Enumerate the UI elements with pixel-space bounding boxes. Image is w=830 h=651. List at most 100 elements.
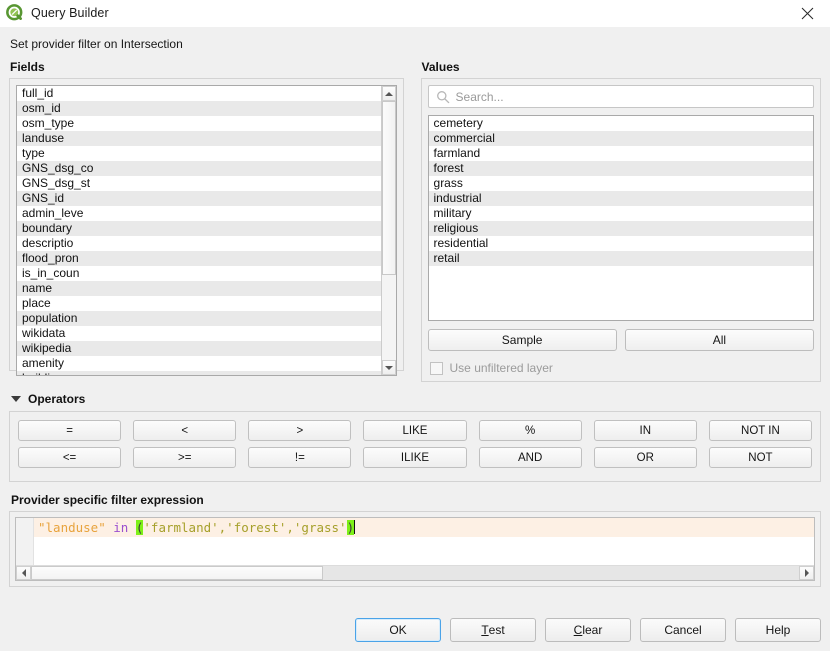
values-panel: Values Search... cemetery commercial farml…: [420, 60, 821, 382]
values-listview[interactable]: cemetery commercial farmland forest grass ind…: [428, 116, 813, 320]
expression-text[interactable]: "landuse" in ('farmland','forest','grass…: [34, 518, 814, 537]
dialog-body: Set provider filter on Intersection Fiel…: [0, 27, 830, 651]
value-item[interactable]: commercial: [428, 131, 813, 146]
field-item[interactable]: GNS_dsg_st: [17, 176, 381, 191]
field-item[interactable]: osm_type: [17, 116, 381, 131]
expr-token-kw: in: [113, 520, 129, 535]
operator-button[interactable]: <: [133, 420, 237, 441]
value-item[interactable]: religious: [428, 221, 813, 236]
field-item[interactable]: wikidata: [17, 326, 381, 341]
operator-button[interactable]: IN: [593, 420, 697, 441]
fields-groupbox: full_id osm_id osm_type landuse type GNS_dsg_…: [9, 78, 404, 376]
field-item[interactable]: name: [17, 281, 381, 296]
value-item[interactable]: grass: [429, 176, 813, 191]
operator-button[interactable]: >=: [133, 447, 237, 468]
scroll-track[interactable]: [381, 101, 396, 360]
values-groupbox: Search... cemetery commercial farmland fore…: [420, 78, 821, 382]
field-item[interactable]: population: [17, 311, 381, 326]
operators-grid: = < > LIKE% IN NOT IN <= >= != ILIKE AND OR NOT: [18, 420, 812, 468]
expr-token-brace: ): [346, 520, 355, 535]
hscroll-track[interactable]: [31, 566, 799, 580]
operator-button[interactable]: <=: [18, 447, 122, 468]
operator-button[interactable]: =: [18, 420, 122, 441]
search-icon: [436, 90, 449, 103]
scroll-thumb[interactable]: [381, 101, 396, 275]
test-button[interactable]: Test: [450, 618, 536, 642]
value-item[interactable]: retail: [428, 251, 813, 266]
expr-token-plain: [128, 520, 136, 535]
value-item[interactable]: military: [429, 206, 813, 221]
editor-code-area[interactable]: "landuse" in ('farmland','forest','grass…: [34, 518, 814, 565]
fields-listview[interactable]: full_id osm_id osm_type landuse type GNS_dsg_…: [17, 86, 381, 375]
value-item[interactable]: forest: [428, 161, 813, 176]
fields-list[interactable]: full_id osm_id osm_type landuse type GNS_dsg_…: [16, 85, 397, 376]
footer-buttons: OK Test Clear Cancel Help: [9, 618, 821, 642]
fields-vertical-scrollbar[interactable]: [380, 86, 396, 375]
operator-button[interactable]: NOT IN: [708, 420, 812, 441]
field-item[interactable]: full_id: [17, 86, 381, 101]
values-list[interactable]: cemetery commercial farmland forest grass ind…: [427, 115, 814, 321]
field-item[interactable]: flood_pron: [17, 251, 381, 266]
all-button[interactable]: All: [624, 329, 815, 351]
operators-panel: = < > LIKE% IN NOT IN <= >= != ILIKE AND OR NOT: [9, 411, 821, 482]
operator-button[interactable]: !=: [248, 447, 352, 468]
field-item[interactable]: admin_leve: [17, 206, 381, 221]
ok-button[interactable]: OK: [355, 618, 441, 642]
operator-button[interactable]: AND: [478, 447, 582, 468]
operators-label: Operators: [28, 392, 86, 406]
values-buttons-row: Sample All: [427, 329, 815, 351]
value-item[interactable]: farmland: [429, 146, 813, 161]
operator-button[interactable]: >: [248, 420, 352, 441]
field-item[interactable]: boundary: [17, 221, 381, 236]
clear-button[interactable]: Clear: [545, 618, 631, 642]
qgis-logo-icon: [6, 4, 23, 21]
editor-gutter: [16, 518, 34, 565]
field-item[interactable]: amenity: [17, 356, 381, 371]
triangle-down-icon[interactable]: [11, 396, 21, 402]
values-label: Values: [421, 60, 460, 74]
operator-button[interactable]: NOT: [708, 447, 812, 468]
text-caret: [354, 520, 356, 534]
editor-main: "landuse" in ('farmland','forest','grass…: [16, 518, 814, 565]
field-item[interactable]: type: [17, 146, 381, 161]
operators-header[interactable]: Operators: [11, 392, 821, 406]
field-item[interactable]: building: [17, 371, 381, 375]
scroll-right-arrow-icon[interactable]: [799, 566, 814, 580]
values-search-input[interactable]: Search...: [427, 85, 814, 108]
scroll-left-arrow-icon[interactable]: [16, 566, 31, 580]
operator-button[interactable]: ILIKE: [363, 447, 467, 468]
field-item[interactable]: wikipedia: [17, 341, 381, 356]
field-item[interactable]: GNS_dsg_co: [17, 161, 381, 176]
expression-editor[interactable]: "landuse" in ('farmland','forest','grass…: [15, 517, 815, 581]
field-item[interactable]: descriptio: [17, 236, 381, 251]
operator-button[interactable]: OR: [593, 447, 697, 468]
use-unfiltered-layer-label: Use unfiltered layer: [449, 361, 553, 375]
operator-button[interactable]: LIKE: [363, 420, 467, 441]
window-title: Query Builder: [31, 6, 109, 20]
field-item[interactable]: place: [17, 296, 381, 311]
scroll-up-arrow-icon[interactable]: [381, 86, 396, 101]
value-item[interactable]: cemetery: [429, 116, 813, 131]
sample-button[interactable]: Sample: [427, 329, 617, 351]
expr-token-field: "landuse": [38, 520, 106, 535]
value-item[interactable]: residential: [429, 236, 813, 251]
field-item[interactable]: is_in_coun: [17, 266, 381, 281]
operator-button[interactable]: %: [478, 420, 582, 441]
search-placeholder: Search...: [455, 89, 504, 104]
fields-label: Fields: [10, 60, 45, 74]
field-item[interactable]: GNS_id: [17, 191, 381, 206]
hscroll-thumb[interactable]: [31, 566, 323, 580]
help-button[interactable]: Help: [735, 618, 821, 642]
close-icon[interactable]: [784, 0, 830, 27]
value-item[interactable]: industrial: [428, 191, 813, 206]
field-item[interactable]: landuse: [17, 131, 381, 146]
expression-horizontal-scrollbar[interactable]: [16, 565, 814, 580]
title-bar: Query Builder: [0, 0, 830, 27]
use-unfiltered-layer-checkbox[interactable]: [429, 361, 443, 375]
scroll-down-arrow-icon[interactable]: [381, 360, 396, 375]
expression-frame: "landuse" in ('farmland','forest','grass…: [9, 511, 821, 587]
cancel-button[interactable]: Cancel: [640, 618, 726, 642]
use-unfiltered-layer-row[interactable]: Use unfiltered layer: [428, 361, 814, 375]
field-item[interactable]: osm_id: [17, 101, 381, 116]
expression-label: Provider specific filter expression: [11, 493, 204, 507]
